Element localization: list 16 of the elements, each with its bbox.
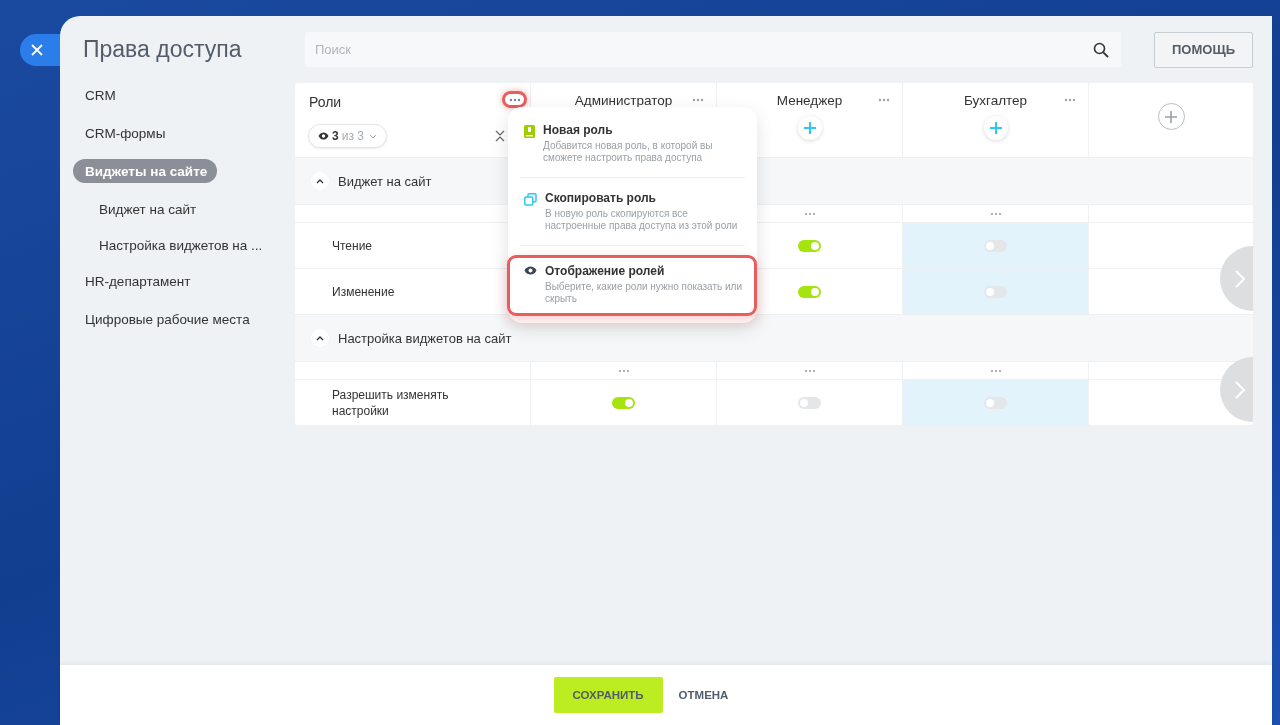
- column-title: Роли: [309, 94, 342, 110]
- page-title: Права доступа: [82, 36, 243, 63]
- section-title: Настройка виджетов на сайт: [338, 330, 512, 346]
- role-name: Менеджер: [776, 93, 843, 108]
- menu-item-description: Добавится новая роль, в которой вы сможете настроить права доступа: [543, 140, 714, 164]
- menu-item-title: Отображение ролей: [545, 264, 666, 278]
- menu-item-description: Выберите, какие роли нужно показать или скрыть: [545, 281, 744, 305]
- role-name: Бухгалтер: [963, 93, 1028, 108]
- permission-label: Чтение: [332, 237, 373, 254]
- permission-label: Разрешить изменять настройки: [332, 386, 450, 419]
- menu-item-title: Новая роль: [543, 123, 614, 137]
- menu-item-title: Скопировать роль: [545, 191, 657, 205]
- role-name: Администратор: [574, 93, 673, 108]
- section-title: Виджет на сайт: [338, 173, 432, 189]
- menu-item-description: В новую роль скопируются все настроенные права доступа из этой роли: [545, 208, 739, 232]
- permission-label: Изменение: [332, 283, 395, 300]
